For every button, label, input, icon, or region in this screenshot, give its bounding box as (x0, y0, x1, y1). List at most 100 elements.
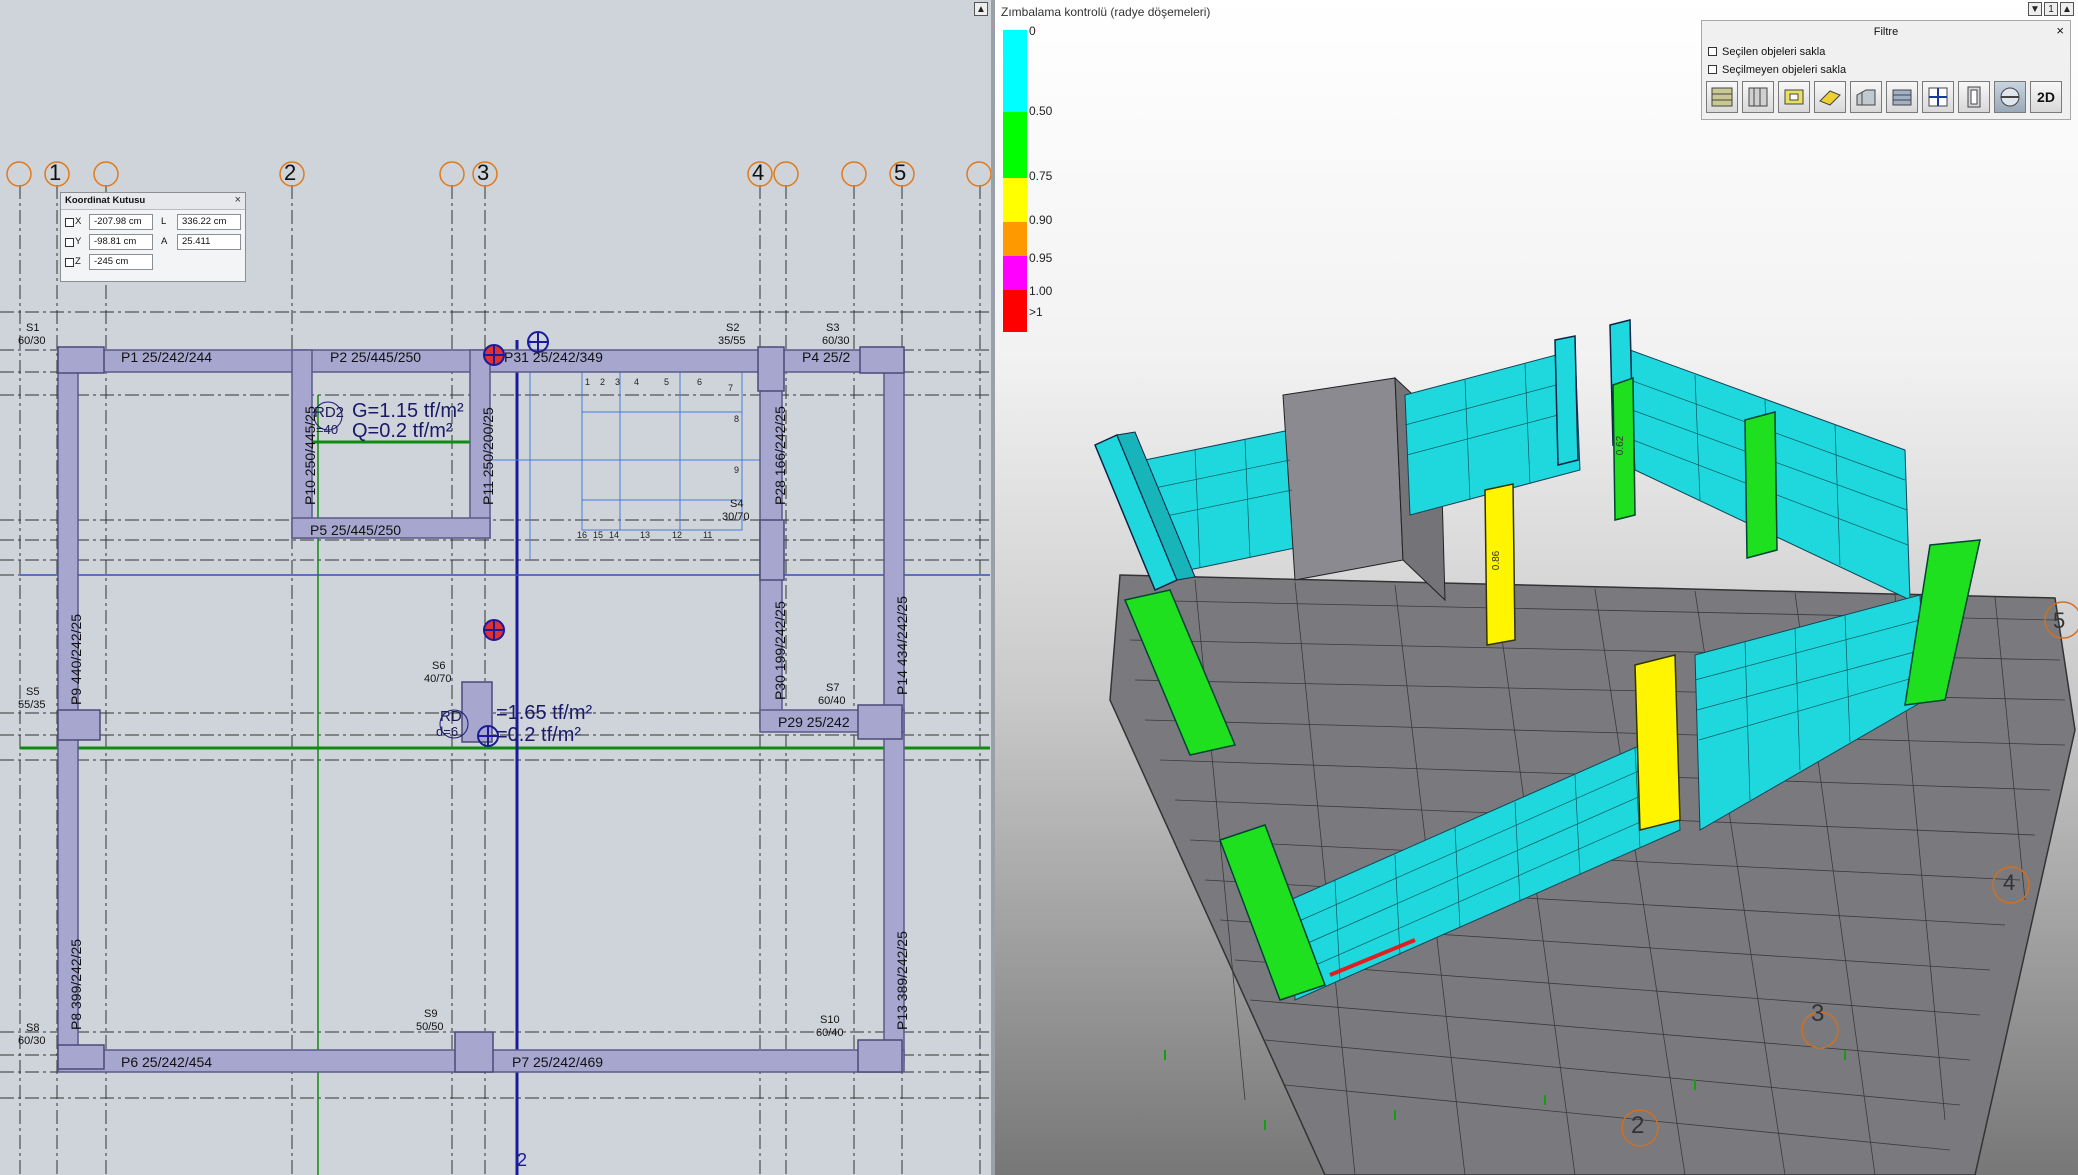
slab-load-q: Q=0.2 tf/m² (352, 420, 453, 442)
axis-filter-button[interactable] (1922, 81, 1954, 113)
filter-panel[interactable]: Filtre × Seçilen objeleri sakla Seçilmey… (1701, 20, 2071, 120)
column-ratio-label: 0.62 (1615, 435, 1627, 456)
filter-icon[interactable]: ▼ (2028, 2, 2042, 16)
stair-number: 7 (728, 383, 734, 393)
view-number[interactable]: 1 (2044, 2, 2058, 16)
column-label: S9 50/50 (416, 1008, 444, 1033)
wall-label: P1 25/242/244 (121, 349, 213, 365)
z-field[interactable]: -245 cm (89, 254, 153, 270)
hide-selected-label: Seçilen objeleri sakla (1722, 46, 1826, 58)
axis-label-3: 3 (477, 160, 490, 185)
wall-label: P5 25/445/250 (310, 522, 402, 538)
y-lock-checkbox[interactable] (65, 238, 74, 247)
column-label: S1 60/30 (18, 322, 46, 347)
grid-label: 4 (2003, 870, 2016, 895)
wall-label: P11 250/200/25 (480, 407, 496, 505)
stair-number: 2 (600, 377, 606, 387)
close-icon[interactable]: × (2056, 23, 2064, 38)
legend-magenta (1003, 256, 1027, 290)
column-green (1744, 411, 1778, 559)
axis-label-5: 5 (894, 160, 907, 185)
legend-label: 1.00 (1029, 284, 1053, 298)
slab-thickness: d=6 (436, 724, 459, 739)
column-label: S3 60/30 (822, 322, 850, 347)
3d-scene[interactable] (995, 0, 2078, 1175)
slab-name: RD (440, 708, 462, 725)
plan-view[interactable]: 1 2 3 4 5 2 S1 60/30 S2 35/55 S3 60/30 S4 30… (0, 0, 995, 1175)
wall-label: P7 25/242/469 (512, 1054, 604, 1070)
door-filter-button[interactable] (1958, 81, 1990, 113)
legend-label: 0.90 (1029, 213, 1053, 227)
stair-lines (480, 340, 760, 560)
axis-label-2: 2 (284, 160, 297, 185)
legend-cyan (1003, 30, 1027, 112)
stair-number: 15 (593, 530, 604, 540)
plan-drawing[interactable] (0, 0, 995, 1175)
wall-label: P13 389/242/25 (894, 931, 910, 1030)
hide-unselected-checkbox[interactable] (1708, 65, 1717, 74)
hide-unselected-label: Seçilmeyen objeleri sakla (1722, 64, 1847, 76)
x-lock-checkbox[interactable] (65, 218, 74, 227)
stair-number: 14 (609, 530, 620, 540)
3d-view[interactable]: Zımbalama kontrolü (radye döşemeleri) 0 … (995, 0, 2078, 1175)
l-field[interactable]: 336.22 cm (177, 214, 241, 230)
axis-circles (6, 161, 991, 187)
x-field[interactable]: -207.98 cm (89, 214, 153, 230)
stair-number: 8 (734, 414, 740, 424)
close-icon[interactable]: × (235, 194, 241, 206)
stair-number: 4 (634, 377, 640, 387)
y-label: Y (75, 236, 82, 247)
y-field[interactable]: -98.81 cm (89, 234, 153, 250)
stair-number: 13 (640, 530, 651, 540)
column-ratio-label: 0.86 (1491, 550, 1503, 571)
view-title: Zımbalama kontrolü (radye döşemeleri) (1001, 5, 1211, 19)
column-label: S10 60/40 (816, 1014, 844, 1039)
legend-green (1003, 112, 1027, 178)
grid-label: 2 (1631, 1112, 1645, 1139)
stair-number: 12 (672, 530, 683, 540)
slab-thickness: =40 (316, 422, 339, 437)
level-filter-button[interactable] (1994, 81, 2026, 113)
a-label: A (161, 236, 168, 247)
maximize-triangle-icon[interactable]: ▲ (2060, 2, 2074, 16)
z-lock-checkbox[interactable] (65, 258, 74, 267)
wall-filter-button[interactable] (1742, 81, 1774, 113)
wall-label: P2 25/445/250 (330, 349, 422, 365)
stair-number: 3 (615, 377, 621, 387)
stair-filter-button[interactable] (1850, 81, 1882, 113)
column-cyan (1554, 335, 1579, 466)
z-label: Z (75, 256, 81, 267)
slab-load-q: =0.2 tf/m² (496, 724, 582, 746)
axis-label-4: 4 (752, 160, 765, 185)
filter-title: Filtre (1873, 26, 1899, 38)
column-label: S8 60/30 (18, 1022, 46, 1047)
slab-filter-button[interactable] (1814, 81, 1846, 113)
beam-filter-button[interactable] (1778, 81, 1810, 113)
column-label: S2 35/55 (718, 322, 746, 347)
axis-label-bottom-2: 2 (517, 1150, 528, 1170)
wall-label: P6 25/242/454 (121, 1054, 213, 1070)
l-label: L (161, 216, 167, 227)
legend-label: 0.50 (1029, 104, 1053, 118)
grid-label: 5 (2053, 608, 2066, 633)
wall-label: P29 25/242 (778, 714, 850, 730)
stair-number: 1 (585, 377, 591, 387)
slab-name: RD2 (314, 404, 345, 421)
wall-label: P28 166/242/25 (772, 406, 788, 505)
hide-selected-checkbox[interactable] (1708, 47, 1717, 56)
axis-label-1: 1 (49, 160, 62, 185)
column-label: S5 55/35 (18, 686, 46, 711)
2d-toggle-button[interactable]: 2D (2030, 81, 2062, 113)
legend-yellow (1003, 178, 1027, 222)
a-field[interactable]: 25.411 (177, 234, 241, 250)
wall-label: P30 199/242/25 (772, 601, 788, 700)
stair-number: 16 (577, 530, 588, 540)
foundation-filter-button[interactable] (1886, 81, 1918, 113)
maximize-triangle-icon[interactable]: ▲ (974, 2, 988, 16)
stair-number: 5 (664, 377, 670, 387)
legend-label: 0.75 (1029, 169, 1053, 183)
coordinate-box-dialog[interactable]: Koordinat Kutusu × X -207.98 cm L 336.22… (60, 192, 246, 282)
column-filter-button[interactable] (1706, 81, 1738, 113)
stair-number: 9 (734, 465, 740, 475)
wall-label: P14 434/242/25 (894, 596, 910, 695)
